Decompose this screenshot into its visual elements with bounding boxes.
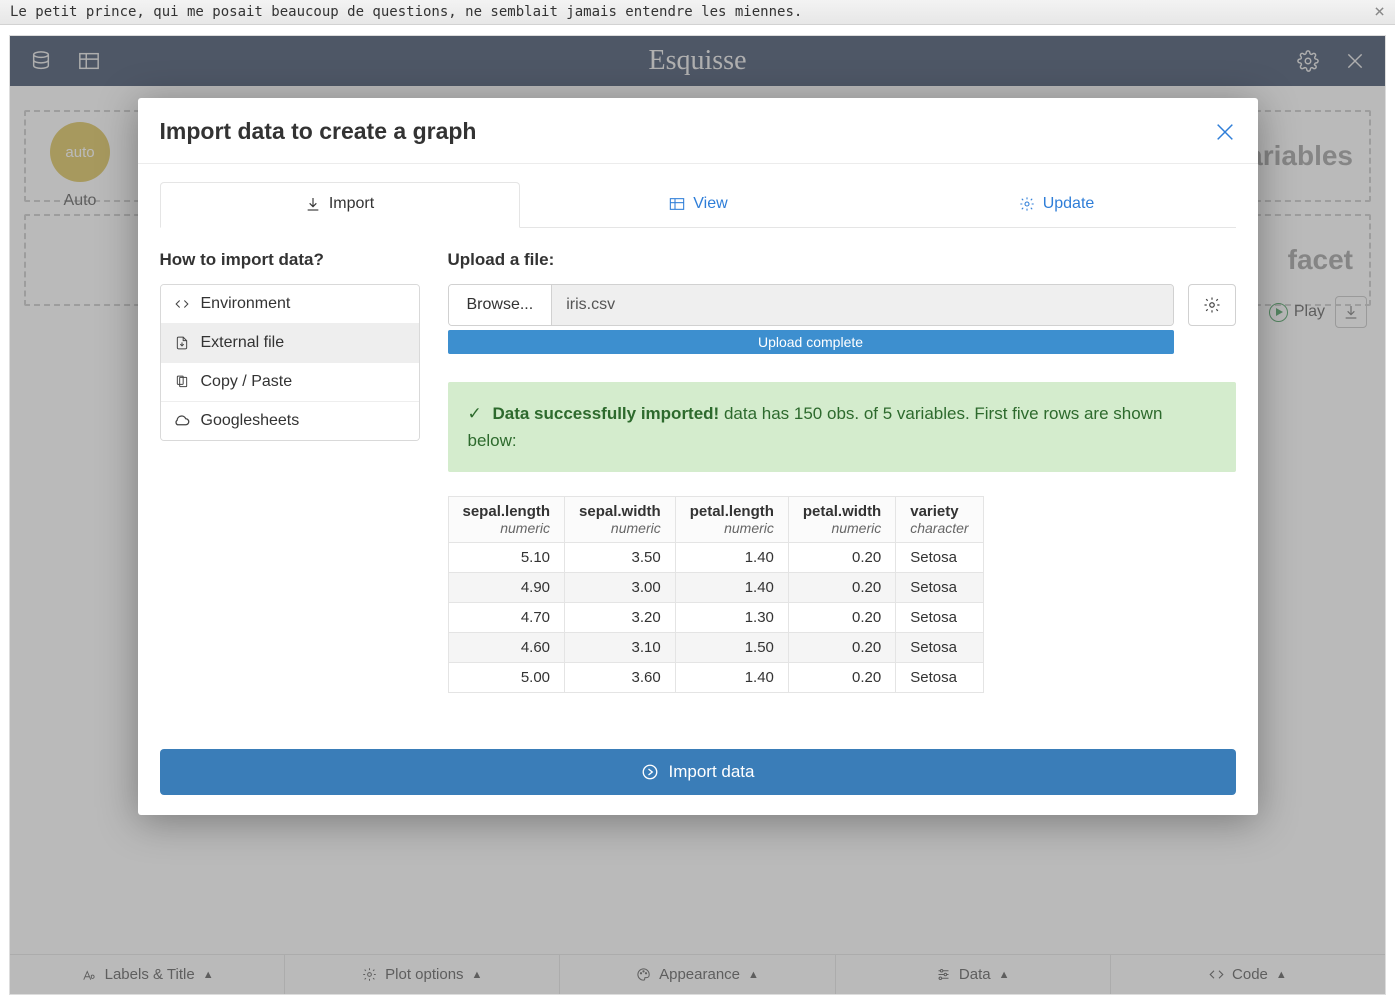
import-success-alert: ✓ Data successfully imported! data has 1… — [448, 382, 1236, 472]
check-icon: ✓ — [468, 404, 482, 423]
tab-view[interactable]: View — [520, 182, 878, 227]
table-row: 5.003.601.400.20Setosa — [448, 663, 983, 693]
method-copy-paste[interactable]: Copy / Paste — [161, 363, 419, 402]
download-icon — [305, 196, 321, 212]
import-method-list: Environment External file Copy / Paste — [160, 284, 420, 441]
window-titlebar: Le petit prince, qui me posait beaucoup … — [0, 0, 1395, 25]
column-petal.width: petal.widthnumeric — [788, 497, 895, 543]
column-sepal.length: sepal.lengthnumeric — [448, 497, 565, 543]
gear-update-icon — [1019, 196, 1035, 212]
data-preview-table: sepal.lengthnumericsepal.widthnumericpet… — [448, 496, 984, 693]
clipboard-icon — [173, 374, 191, 390]
gear-icon — [1203, 296, 1221, 314]
method-googlesheets[interactable]: Googlesheets — [161, 402, 419, 440]
import-modal: Import data to create a graph Import Vie… — [138, 98, 1258, 815]
table-row: 4.603.101.500.20Setosa — [448, 633, 983, 663]
file-picker[interactable]: Browse... iris.csv — [448, 284, 1174, 326]
close-icon[interactable]: × — [1374, 5, 1385, 19]
upload-heading: Upload a file: — [448, 250, 1236, 270]
arrow-circle-icon — [641, 763, 659, 781]
import-data-button[interactable]: Import data — [160, 749, 1236, 795]
modal-close-icon[interactable] — [1214, 121, 1236, 143]
method-external-file[interactable]: External file — [161, 324, 419, 363]
table-row: 5.103.501.400.20Setosa — [448, 543, 983, 573]
upload-settings-button[interactable] — [1188, 284, 1236, 326]
import-method-heading: How to import data? — [160, 250, 420, 270]
modal-tabs: Import View Update — [160, 182, 1236, 228]
column-petal.length: petal.lengthnumeric — [675, 497, 788, 543]
column-sepal.width: sepal.widthnumeric — [565, 497, 676, 543]
table-row: 4.903.001.400.20Setosa — [448, 573, 983, 603]
tab-import[interactable]: Import — [160, 182, 520, 228]
method-environment[interactable]: Environment — [161, 285, 419, 324]
column-variety: varietycharacter — [896, 497, 983, 543]
tab-update[interactable]: Update — [878, 182, 1236, 227]
file-download-icon — [173, 335, 191, 351]
table-view-icon — [669, 197, 685, 211]
code-env-icon — [173, 297, 191, 311]
file-name: iris.csv — [552, 285, 1172, 325]
cloud-icon — [173, 414, 191, 428]
upload-progress: Upload complete — [448, 330, 1174, 354]
window-title: Le petit prince, qui me posait beaucoup … — [10, 4, 802, 20]
modal-title: Import data to create a graph — [160, 118, 477, 145]
table-row: 4.703.201.300.20Setosa — [448, 603, 983, 633]
browse-button[interactable]: Browse... — [449, 285, 553, 325]
